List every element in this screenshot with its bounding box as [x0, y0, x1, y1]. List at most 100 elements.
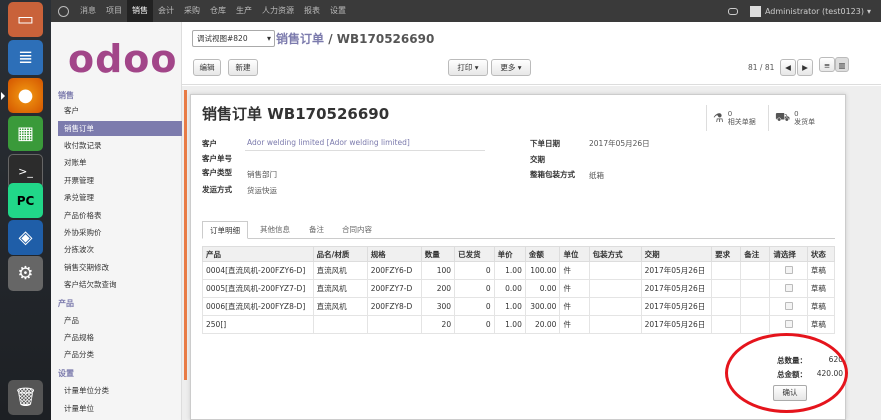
- col-requirement[interactable]: 要求: [711, 246, 742, 262]
- menu-hr[interactable]: 人力资源: [257, 0, 299, 22]
- trash-icon[interactable]: 🗑: [8, 380, 43, 415]
- odoo-logo: odoo: [68, 37, 178, 81]
- menu-settings[interactable]: 设置: [325, 0, 351, 22]
- col-select[interactable]: 请选择: [769, 246, 808, 262]
- menu-accounting[interactable]: 会计: [153, 0, 179, 22]
- cell-packing: [588, 279, 642, 298]
- sidebar-item-payments[interactable]: 收付款记录: [64, 138, 182, 153]
- col-packing[interactable]: 包装方式: [588, 246, 642, 262]
- delivery-button[interactable]: ⛟ 0 发货单: [768, 105, 828, 131]
- col-delivered[interactable]: 已发货: [454, 246, 495, 262]
- sidebar-item-customers[interactable]: 客户: [64, 103, 182, 118]
- sidebar-item-statements[interactable]: 对账单: [64, 155, 182, 170]
- sidebar-item-invoicing[interactable]: 开票管理: [64, 173, 182, 188]
- sidebar-item-uom[interactable]: 计量单位: [64, 401, 182, 416]
- customer-label: 客户: [202, 139, 217, 148]
- col-unit-price[interactable]: 单价: [493, 246, 526, 262]
- sidebar-item-debt-query[interactable]: 客户结欠款查询: [64, 277, 182, 292]
- breadcrumb-current: WB170526690: [336, 32, 435, 46]
- col-status[interactable]: 状态: [806, 246, 836, 262]
- edit-button[interactable]: 编辑: [193, 59, 221, 76]
- sidebar-item-product-categories[interactable]: 产品分类: [64, 347, 182, 362]
- sidebar-item-delivery-change[interactable]: 销售交期修改: [64, 260, 182, 275]
- menu-manufacturing[interactable]: 生产: [231, 0, 257, 22]
- menu-messages[interactable]: 消息: [75, 0, 101, 22]
- delivery-date-label: 交期: [530, 155, 545, 164]
- pycharm-icon[interactable]: PC: [8, 183, 43, 218]
- cell-delivered: 0: [454, 261, 495, 280]
- sidebar-item-uom-categories[interactable]: 计量单位分类: [64, 383, 182, 398]
- table-row[interactable]: 250[] 20 0 1.00 20.00 件 2017年05月26日 草稿: [202, 315, 836, 334]
- cell-name-material: 直流风机: [312, 297, 368, 316]
- tab-order-lines[interactable]: 订单明细: [202, 221, 248, 239]
- pager-next-button[interactable]: ▶: [797, 59, 813, 76]
- breadcrumb-parent[interactable]: 销售订单: [276, 32, 324, 46]
- settings-icon[interactable]: ⚙: [8, 256, 43, 291]
- tab-other-info[interactable]: 其他信息: [253, 221, 297, 239]
- form-view-icon[interactable]: ▥: [835, 57, 849, 72]
- menu-project[interactable]: 项目: [101, 0, 127, 22]
- sidebar-item-pricelist[interactable]: 产品价格表: [64, 208, 182, 223]
- sidebar-scroll-indicator[interactable]: [184, 90, 187, 380]
- sidebar: odoo 销售 客户 销售订单 收付款记录 对账单 开票管理 承兑管理 产品价格…: [51, 22, 182, 420]
- menu-warehouse[interactable]: 仓库: [205, 0, 231, 22]
- writer-icon[interactable]: ≣: [8, 40, 43, 75]
- cell-uom: 件: [559, 279, 590, 298]
- packing-method-field[interactable]: 纸箱: [589, 170, 604, 181]
- chevron-down-icon[interactable]: ▾: [867, 7, 871, 16]
- sidebar-item-outsourcing-price[interactable]: 外协采购价: [64, 225, 182, 240]
- more-button[interactable]: 更多 ▾: [491, 59, 531, 76]
- control-panel: 调试视图#820 销售订单 / WB170526690 编辑 新建 打印 ▾ 更…: [182, 22, 881, 85]
- tab-notes[interactable]: 备注: [302, 221, 331, 239]
- cell-remark: [740, 279, 771, 298]
- user-menu[interactable]: Administrator (test0123): [765, 7, 864, 16]
- print-button[interactable]: 打印 ▾: [448, 59, 488, 76]
- order-date-field[interactable]: 2017年05月26日: [589, 138, 650, 149]
- col-product[interactable]: 产品: [202, 246, 314, 262]
- col-remark[interactable]: 备注: [740, 246, 771, 262]
- customer-type-field[interactable]: 销售部门: [247, 169, 277, 180]
- shipping-method-field[interactable]: 货运快运: [247, 185, 277, 196]
- col-delivery-date[interactable]: 交期: [640, 246, 713, 262]
- related-docs-button[interactable]: ⚗ 0 相关单据: [706, 105, 766, 131]
- col-name-material[interactable]: 品名/材质: [312, 246, 368, 262]
- customer-field[interactable]: Ador welding limited [Ador welding limit…: [247, 138, 410, 147]
- firefox-icon[interactable]: ●: [1, 78, 43, 113]
- list-view-icon[interactable]: ≡: [819, 57, 835, 72]
- menu-reports[interactable]: 报表: [299, 0, 325, 22]
- select-checkbox[interactable]: [784, 319, 793, 328]
- table-row[interactable]: 0005[直流风机-200FYZ7-D] 直流风机 200FZY7-D 200 …: [202, 279, 836, 298]
- select-checkbox[interactable]: [784, 265, 793, 274]
- create-button[interactable]: 新建: [228, 59, 258, 76]
- order-date-label: 下单日期: [530, 139, 560, 148]
- cell-select: [769, 315, 808, 334]
- menu-sales[interactable]: 销售: [127, 0, 153, 22]
- cell-delivered: 0: [454, 279, 495, 298]
- delivery-count: 0: [794, 110, 799, 118]
- virtualbox-icon[interactable]: ◈: [8, 220, 43, 255]
- avatar[interactable]: [749, 5, 761, 17]
- sidebar-item-products[interactable]: 产品: [64, 313, 182, 328]
- debug-view-select[interactable]: 调试视图#820: [192, 30, 275, 47]
- sidebar-item-product-specs[interactable]: 产品规格: [64, 330, 182, 345]
- tab-contract[interactable]: 合同内容: [335, 221, 379, 239]
- sidebar-item-acceptance[interactable]: 承兑管理: [64, 190, 182, 205]
- menu-purchase[interactable]: 采购: [179, 0, 205, 22]
- col-spec[interactable]: 规格: [366, 246, 422, 262]
- cell-uom: 件: [559, 261, 590, 280]
- sidebar-item-sale-orders[interactable]: 销售订单: [58, 121, 182, 136]
- col-amount[interactable]: 金额: [524, 246, 561, 262]
- files-icon[interactable]: ▭: [8, 2, 43, 37]
- pager-previous-button[interactable]: ◀: [780, 59, 796, 76]
- select-checkbox[interactable]: [784, 283, 793, 292]
- sidebar-item-picking-wave[interactable]: 分拣波次: [64, 242, 182, 257]
- select-checkbox[interactable]: [784, 301, 793, 310]
- col-quantity[interactable]: 数量: [420, 246, 456, 262]
- table-row[interactable]: 0004[直流风机-200FZY6-D] 直流风机 200FZY6-D 100 …: [202, 261, 836, 280]
- page-title: 销售订单 WB170526690: [202, 105, 390, 123]
- col-uom[interactable]: 单位: [559, 246, 590, 262]
- cell-delivery-date: 2017年05月26日: [640, 261, 713, 280]
- calc-icon[interactable]: ▦: [8, 116, 43, 151]
- chat-icon[interactable]: [727, 7, 738, 15]
- table-row[interactable]: 0006[直流风机-200FYZ8-D] 直流风机 200FZY8-D 300 …: [202, 297, 836, 316]
